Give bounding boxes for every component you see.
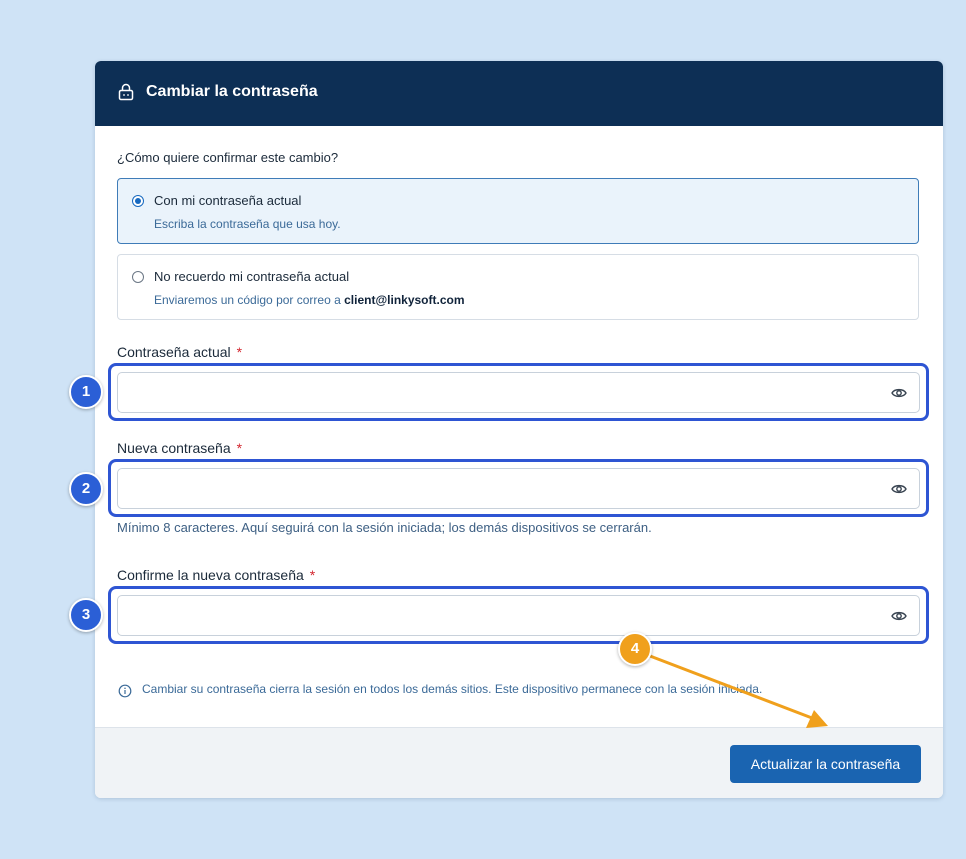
step-badge-4: 4 — [618, 632, 652, 666]
annotation-arrow — [648, 654, 828, 728]
